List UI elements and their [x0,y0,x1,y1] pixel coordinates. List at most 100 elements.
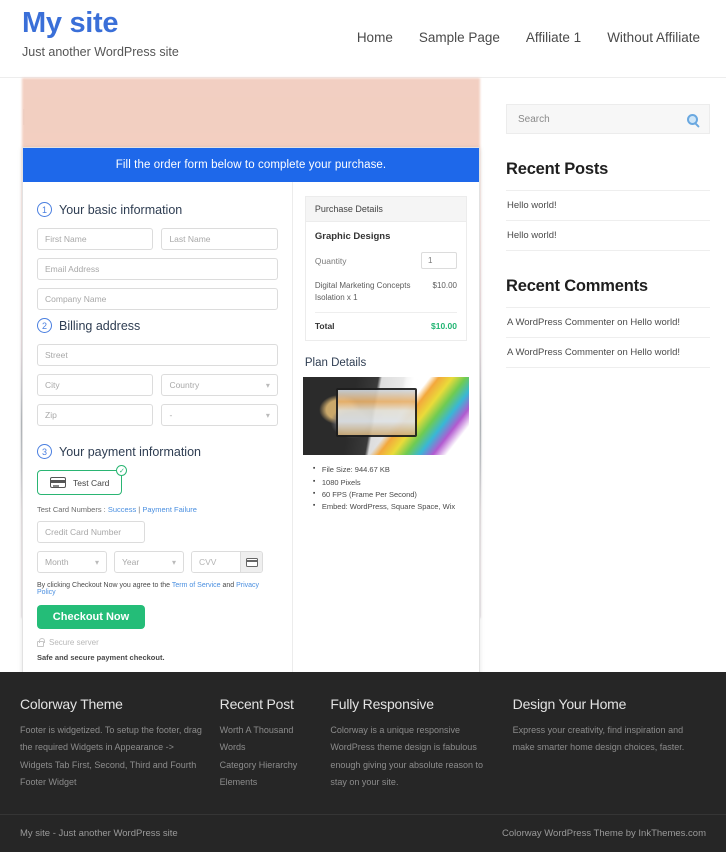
checkout-banner: Fill the order form below to complete yo… [23,148,479,182]
footer-recent-post-list: Worth A Thousand Words Category Hierarch… [220,722,315,792]
nav-item-home[interactable]: Home [357,30,393,45]
search-icon[interactable] [687,113,698,125]
site-tagline: Just another WordPress site [22,44,179,59]
last-name-input[interactable]: Last Name [161,228,278,250]
expiry-month-select[interactable]: Month ▾ [37,551,107,573]
city-input[interactable]: City [37,374,154,396]
country-select-value: Country [169,380,200,390]
lock-icon [37,637,45,647]
terms-notice: By clicking Checkout Now you agree to th… [37,582,278,596]
footer-column-design-your-home: Design Your Home Express your creativity… [513,696,706,792]
secure-server-line: Secure server [37,637,278,647]
page-wrapper: Make a Purchase From Here Fill the order… [0,78,726,685]
footer-column-text: Express your creativity, find inspiratio… [512,724,685,753]
footer-column-title: Recent Post [219,695,294,712]
test-card-numbers-prefix: Test Card Numbers : [37,505,108,514]
list-item[interactable]: Category Hierarchy [220,757,315,775]
list-item[interactable]: Elements [220,774,315,792]
order-summary: Purchase Details Graphic Designs Quantit… [291,182,479,684]
terms-middle: and [220,582,237,589]
step-3-label: Your payment information [59,444,201,459]
expiry-year-select[interactable]: Year ▾ [114,551,184,573]
plan-product-image [302,377,469,456]
list-item: File Size: 944.67 KB [313,463,469,476]
list-item[interactable]: A WordPress Commenter on Hello world! [506,337,710,368]
plan-details-heading: Plan Details [304,357,367,370]
plan-details-list: File Size: 944.67 KB 1080 Pixels 60 FPS … [313,463,469,514]
recent-posts-list: Hello world! Hello world! [506,190,710,251]
total-row: Total $10.00 [315,313,457,331]
company-input[interactable]: Company Name [37,288,278,310]
expiry-year-value: Year [122,557,140,567]
recent-comments-title: Recent Comments [506,277,648,295]
recent-comments-list: A WordPress Commenter on Hello world! A … [506,307,710,368]
footer-column-colorway-theme: Colorway Theme Footer is widgetized. To … [20,696,220,792]
list-item[interactable]: Worth A Thousand Words [220,722,315,757]
state-select[interactable]: - ▾ [161,404,278,426]
cvv-input[interactable]: CVV [192,552,240,572]
terms-prefix: By clicking Checkout Now you agree to th… [37,582,172,589]
line-item-name: Digital Marketing Concepts Isolation x 1 [314,281,411,302]
check-circle-icon: ✓ [116,465,128,476]
footer-column-title: Fully Responsive [330,695,434,712]
purchase-details-body: Graphic Designs Quantity 1 Digital Marke… [306,222,466,340]
secure-server-label: Secure server [49,638,99,647]
checkout-form: 1 Your basic information First Name Last… [23,182,292,684]
step-3-header: 3 Your payment information [37,444,278,459]
list-item: Embed: WordPress, Square Space, Wix [313,500,469,513]
city-country-row: City Country ▾ [37,374,278,404]
step-1-header: 1 Your basic information [37,202,278,217]
list-item[interactable]: Hello world! [506,190,710,220]
step-3-number: 3 [37,444,52,459]
test-card-label: Test Card [73,477,110,488]
first-name-input[interactable]: First Name [37,228,154,250]
expiry-cvv-row: Month ▾ Year ▾ CVV [37,551,278,573]
payment-method-selector[interactable]: Test Card ✓ [37,465,128,495]
list-item[interactable]: A WordPress Commenter on Hello world! [506,307,710,337]
email-input[interactable]: Email Address [37,258,278,280]
cvv-help-button[interactable] [240,552,262,572]
nav-item-sample-page[interactable]: Sample Page [419,30,500,45]
checkout-now-button[interactable]: Checkout Now [37,605,145,629]
copyright-bar: My site - Just another WordPress site Co… [0,814,726,852]
zip-input[interactable]: Zip [37,404,154,426]
country-select[interactable]: Country ▾ [161,374,278,396]
line-item-row: Digital Marketing Concepts Isolation x 1… [314,280,457,314]
total-value: $10.00 [431,321,457,332]
primary-navigation: Home Sample Page Affiliate 1 Without Aff… [357,0,704,45]
chevron-down-icon: ▾ [171,557,176,567]
credit-card-icon [245,557,258,567]
line-item-price: $10.00 [432,281,457,290]
copyright-credit-link[interactable]: Colorway WordPress Theme by InkThemes.co… [502,828,706,839]
test-card-failure-link[interactable]: Payment Failure [142,505,197,514]
footer-column-title: Colorway Theme [20,695,123,712]
street-input[interactable]: Street [37,344,278,366]
nav-item-affiliate-1[interactable]: Affiliate 1 [526,30,581,45]
terms-of-service-link[interactable]: Term of Service [172,582,221,589]
purchase-details-card: Purchase Details Graphic Designs Quantit… [304,196,467,342]
total-label: Total [314,321,335,332]
list-item: 60 FPS (Frame Per Second) [313,488,469,501]
expiry-month-value: Month [45,557,69,567]
search-widget[interactable]: Search [506,104,710,134]
footer-column-text: Colorway is a unique responsive WordPres… [330,724,484,788]
quantity-row: Quantity 1 [315,252,457,269]
credit-card-number-input[interactable]: Credit Card Number [37,521,145,543]
test-card-option[interactable]: Test Card [37,470,123,495]
search-input[interactable]: Search [518,114,550,125]
site-title[interactable]: My site [22,7,179,40]
step-2-number: 2 [37,318,52,333]
test-card-success-link[interactable]: Success [108,505,136,514]
copyright-left: My site - Just another WordPress site [20,828,178,839]
site-header: My site Just another WordPress site Home… [0,0,726,78]
site-branding[interactable]: My site Just another WordPress site [22,0,179,59]
quantity-input[interactable]: 1 [421,252,457,269]
nav-item-without-affiliate[interactable]: Without Affiliate [607,30,700,45]
step-1-label: Your basic information [59,202,183,217]
footer-column-fully-responsive: Fully Responsive Colorway is a unique re… [330,696,512,792]
purchase-details-heading: Purchase Details [305,197,466,222]
cvv-field-group[interactable]: CVV [191,551,263,573]
footer-column-text: Footer is widgetized. To setup the foote… [20,724,202,788]
list-item[interactable]: Hello world! [506,220,710,251]
chevron-down-icon: ▾ [265,410,270,420]
